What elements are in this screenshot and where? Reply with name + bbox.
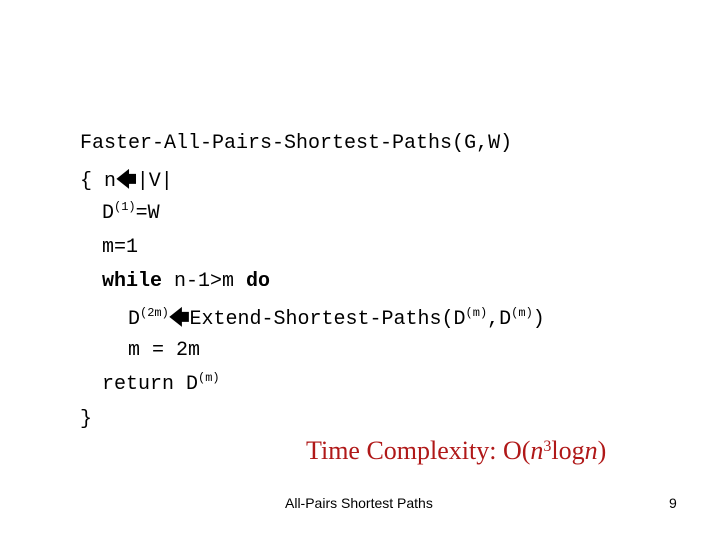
code-text: m=1: [102, 236, 139, 259]
code-text: ,D: [487, 308, 512, 331]
superscript: (2m): [140, 306, 169, 320]
code-text: |V|: [136, 170, 173, 193]
code-text: return D: [102, 373, 199, 396]
code-line-8: }: [80, 410, 92, 430]
code-line-3: m=1: [102, 238, 138, 258]
superscript: (m): [198, 371, 220, 385]
code-line-2: D(1)=W: [102, 201, 160, 225]
keyword-do: do: [246, 270, 271, 293]
code-line-7: return D(m): [102, 372, 220, 396]
code-text: D: [128, 308, 141, 331]
complexity-prefix: Time Complexity: O(: [306, 436, 531, 465]
complexity-suffix: ): [597, 436, 607, 465]
code-text: ): [532, 308, 545, 331]
algorithm-title-text: Faster-All-Pairs-Shortest-Paths(G,W): [80, 132, 513, 155]
code-line-6: m = 2m: [128, 341, 200, 361]
superscript: (m): [511, 306, 533, 320]
code-text: n-1>m: [162, 270, 247, 293]
code-text: }: [80, 408, 93, 431]
code-line-4: while n-1>m do: [102, 272, 270, 292]
superscript: (1): [114, 200, 136, 214]
code-text: { n: [80, 170, 117, 193]
footer-title: All-Pairs Shortest Paths: [285, 495, 433, 511]
complexity-var: n: [584, 436, 598, 465]
page-number: 9: [669, 495, 677, 511]
code-text: Extend-Shortest-Paths(D: [189, 308, 466, 331]
code-line-5: D(2m)🡄Extend-Shortest-Paths(D(m),D(m)): [128, 307, 545, 330]
code-text: D: [102, 202, 115, 225]
time-complexity: Time Complexity: O(n3logn): [306, 436, 606, 466]
algorithm-title: Faster-All-Pairs-Shortest-Paths(G,W): [80, 134, 512, 154]
superscript: (m): [465, 306, 488, 320]
code-text: =W: [135, 202, 160, 225]
left-arrow-icon: 🡄: [116, 167, 137, 191]
complexity-log: log: [551, 436, 585, 465]
complexity-var: n: [530, 436, 544, 465]
keyword-while: while: [102, 270, 163, 293]
code-text: m = 2m: [128, 339, 201, 362]
left-arrow-icon: 🡄: [168, 305, 190, 329]
code-line-1: { n🡄|V|: [80, 169, 173, 192]
